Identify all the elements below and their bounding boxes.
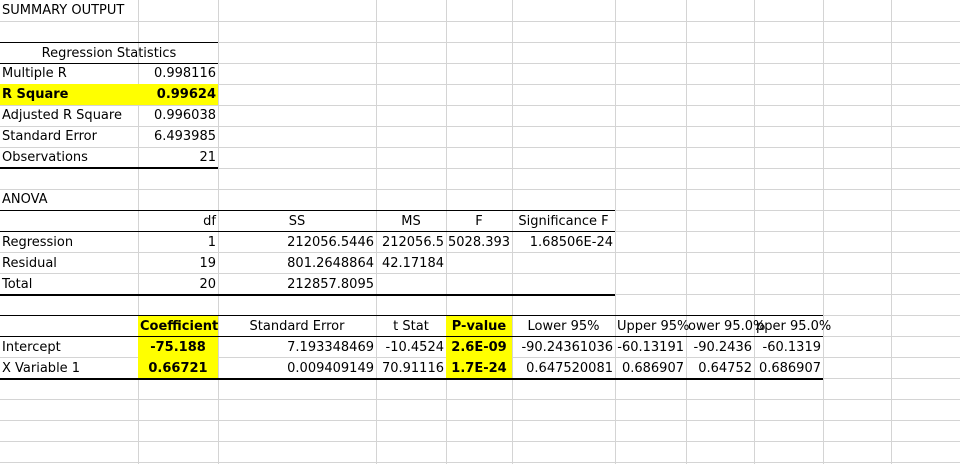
coef-row-lower-95[interactable]: 0.647520081 <box>512 358 615 379</box>
coef-row-upper-95-0[interactable]: -60.1319 <box>754 337 823 358</box>
anova-row-ms[interactable]: 212056.5 <box>376 232 446 253</box>
grid-line <box>0 21 960 22</box>
grid-line <box>891 0 892 464</box>
grid-line <box>0 441 960 442</box>
table-rule <box>0 167 218 169</box>
anova-header-df[interactable]: df <box>138 211 218 232</box>
coef-row-p-value[interactable]: 1.7E-24 <box>446 358 512 379</box>
grid-line <box>823 0 824 464</box>
stat-label-multiple-r[interactable]: Multiple R <box>0 63 138 84</box>
anova-row-f[interactable]: 5028.393 <box>446 232 512 253</box>
coef-row-standard-error[interactable]: 0.009409149 <box>218 358 376 379</box>
coef-row-standard-error[interactable]: 7.193348469 <box>218 337 376 358</box>
coef-row-label[interactable]: Intercept <box>0 337 138 358</box>
coef-row-t-stat[interactable]: -10.4524 <box>376 337 446 358</box>
grid-line <box>615 0 616 464</box>
stat-label-observations[interactable]: Observations <box>0 147 138 168</box>
anova-row-significance-f[interactable]: 1.68506E-24 <box>512 232 615 253</box>
grid-line <box>754 0 755 464</box>
coef-header-upper-95-0[interactable]: pper 95.0% <box>754 316 831 337</box>
anova-row-label[interactable]: Total <box>0 274 138 295</box>
summary-title[interactable]: SUMMARY OUTPUT <box>0 0 218 21</box>
coef-row-lower-95[interactable]: -90.24361036 <box>512 337 615 358</box>
anova-row-df[interactable]: 20 <box>138 274 218 295</box>
grid-line <box>0 399 960 400</box>
anova-header-significance-f[interactable]: Significance F <box>512 211 615 232</box>
anova-header-ss[interactable]: SS <box>218 211 376 232</box>
coef-header-lower-95-0[interactable]: ower 95.0% <box>686 316 765 337</box>
coef-row-t-stat[interactable]: 70.91116 <box>376 358 446 379</box>
coef-row-upper-95[interactable]: -60.13191 <box>615 337 686 358</box>
grid-line <box>0 462 960 463</box>
spreadsheet-grid[interactable]: SUMMARY OUTPUT Regression Statistics Mul… <box>0 0 960 464</box>
grid-line <box>0 189 960 190</box>
anova-row-ss[interactable]: 801.2648864 <box>218 253 376 274</box>
anova-row-ss[interactable]: 212857.8095 <box>218 274 376 295</box>
stat-value-multiple-r[interactable]: 0.998116 <box>138 63 218 84</box>
coef-row-lower-95-0[interactable]: 0.64752 <box>686 358 754 379</box>
anova-row-label[interactable]: Residual <box>0 253 138 274</box>
coef-row-upper-95[interactable]: 0.686907 <box>615 358 686 379</box>
anova-row-df[interactable]: 1 <box>138 232 218 253</box>
coef-header-standard-error[interactable]: Standard Error <box>218 316 376 337</box>
coef-header-p-value[interactable]: P-value <box>446 316 512 337</box>
anova-row-df[interactable]: 19 <box>138 253 218 274</box>
regression-statistics-header[interactable]: Regression Statistics <box>0 43 218 64</box>
coef-header-lower-95[interactable]: Lower 95% <box>512 316 615 337</box>
coef-row-coefficient[interactable]: -75.188 <box>138 337 218 358</box>
coef-row-lower-95-0[interactable]: -90.2436 <box>686 337 754 358</box>
grid-line <box>0 420 960 421</box>
coef-row-coefficient[interactable]: 0.66721 <box>138 358 218 379</box>
stat-value-adjusted-r-square[interactable]: 0.996038 <box>138 105 218 126</box>
stat-label-standard-error[interactable]: Standard Error <box>0 126 138 147</box>
anova-row-ss[interactable]: 212056.5446 <box>218 232 376 253</box>
anova-title[interactable]: ANOVA <box>0 189 138 210</box>
coef-header-upper-95[interactable]: Upper 95% <box>615 316 689 337</box>
stat-label-adjusted-r-square[interactable]: Adjusted R Square <box>0 105 138 126</box>
stat-value-observations[interactable]: 21 <box>138 147 218 168</box>
anova-row-label[interactable]: Regression <box>0 232 138 253</box>
stat-value-r-square[interactable]: 0.99624 <box>138 84 218 105</box>
coef-row-upper-95-0[interactable]: 0.686907 <box>754 358 823 379</box>
stat-value-standard-error[interactable]: 6.493985 <box>138 126 218 147</box>
table-rule <box>0 378 823 380</box>
grid-line <box>686 0 687 464</box>
coef-row-label[interactable]: X Variable 1 <box>0 358 138 379</box>
anova-header-f[interactable]: F <box>446 211 512 232</box>
table-rule <box>0 294 615 296</box>
anova-header-ms[interactable]: MS <box>376 211 446 232</box>
anova-row-ms[interactable]: 42.17184 <box>376 253 446 274</box>
stat-label-r-square[interactable]: R Square <box>0 84 138 105</box>
coef-header-t-stat[interactable]: t Stat <box>376 316 446 337</box>
coef-row-p-value[interactable]: 2.6E-09 <box>446 337 512 358</box>
coef-header-coefficient[interactable]: Coefficient <box>138 316 218 337</box>
